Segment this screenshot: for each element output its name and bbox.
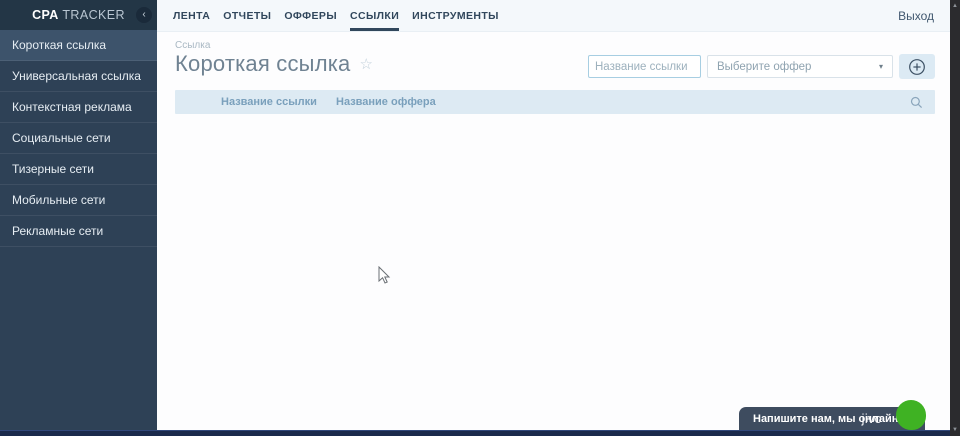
sidebar-item-1[interactable]: Универсальная ссылка [0,61,157,92]
vertical-scrollbar[interactable]: ▲ ▼ [950,0,960,436]
offer-select[interactable]: Выберите оффер ▾ [707,55,893,78]
sidebar-item-6[interactable]: Рекламные сети [0,216,157,247]
link-name-input[interactable] [588,55,701,78]
sidebar-item-5[interactable]: Мобильные сети [0,185,157,216]
tab-0[interactable]: ЛЕНТА [173,0,210,31]
title-row: Короткая ссылка ☆ [175,51,373,77]
sidebar-item-2[interactable]: Контекстная реклама [0,92,157,123]
tab-4[interactable]: ИНСТРУМЕНТЫ [412,0,499,31]
page-title: Короткая ссылка [175,51,351,76]
favorite-star-icon[interactable]: ☆ [359,57,372,72]
jivo-chat-widget[interactable]: Напишите нам, мы онлайн! jivo [739,400,926,431]
window-bottom-edge [0,430,950,436]
sidebar-item-4[interactable]: Тизерные сети [0,154,157,185]
filter-controls: Выберите оффер ▾ [588,54,935,79]
table-header-row: Название ссылки Название оффера [175,90,935,114]
chevron-down-icon: ▾ [878,62,883,71]
brand-logo: CPA TRACKER [32,8,125,22]
column-header-offer-name: Название оффера [336,96,436,108]
sidebar-collapse-button[interactable]: ‹ [136,7,152,23]
scroll-up-icon[interactable]: ▲ [952,0,958,12]
sidebar-header: CPA TRACKER ‹ [0,0,157,30]
app-window: CPA TRACKER ‹ Короткая ссылка Универсальн… [0,0,960,436]
sidebar: CPA TRACKER ‹ Короткая ссылка Универсальн… [0,0,157,430]
main-area: ЛЕНТА ОТЧЕТЫ ОФФЕРЫ ССЫЛКИ ИНСТРУМЕНТЫ Выход… [157,0,950,430]
search-icon [910,96,923,108]
main-tabs: ЛЕНТА ОТЧЕТЫ ОФФЕРЫ ССЫЛКИ ИНСТРУМЕНТЫ [173,0,499,31]
table-search-button[interactable] [910,96,923,109]
chevron-left-icon: ‹ [142,9,146,20]
tab-2[interactable]: ОФФЕРЫ [284,0,337,31]
add-link-button[interactable] [899,54,935,79]
top-nav: ЛЕНТА ОТЧЕТЫ ОФФЕРЫ ССЫЛКИ ИНСТРУМЕНТЫ Выход [157,0,950,32]
jivo-logo: jivo [861,412,882,426]
brand-bold: CPA [32,8,59,22]
tab-1[interactable]: ОТЧЕТЫ [223,0,271,31]
breadcrumb: Ссылка [175,40,211,51]
sidebar-nav: Короткая ссылка Универсальная ссылка Конте… [0,30,157,247]
jivo-green-leaf-icon [896,400,926,430]
logout-link[interactable]: Выход [898,9,934,23]
column-header-link-name: Название ссылки [221,96,317,108]
circled-plus-icon [909,58,925,75]
scroll-down-icon[interactable]: ▼ [952,424,958,436]
offer-select-value: Выберите оффер [717,60,812,73]
sidebar-item-3[interactable]: Социальные сети [0,123,157,154]
page-content: Ссылка Короткая ссылка ☆ Выберите оффер … [157,32,950,430]
tab-3[interactable]: ССЫЛКИ [350,0,400,31]
brand-rest: TRACKER [58,8,125,22]
sidebar-item-0[interactable]: Короткая ссылка [0,30,157,61]
